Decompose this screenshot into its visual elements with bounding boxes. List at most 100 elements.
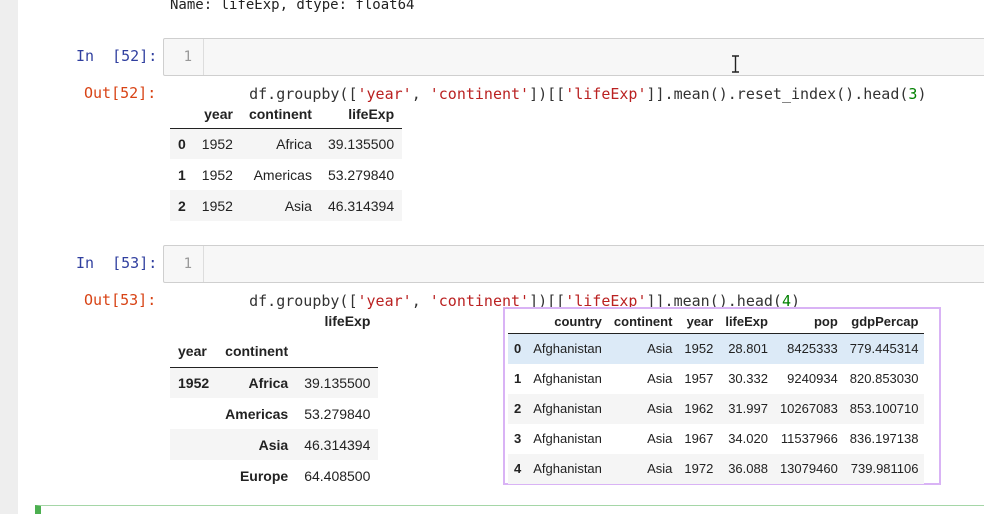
table-cell: 34.020 [728,431,768,446]
table-cell: 1952 [201,197,233,214]
table-cell: Africa [276,135,312,152]
table-row: 2 Afghanistan Asia 1962 31.997 10267083 … [508,393,925,424]
table-cell: 1972 [684,461,714,476]
table-cell: 820.853030 [849,371,919,386]
row-index: 4 [514,461,522,476]
row-index-year [170,429,217,460]
table-cell: Asia [647,341,673,357]
table-cell: Asia [647,461,673,476]
table-cell: 1952 [201,135,233,152]
row-index-continent: Europe [239,467,289,484]
series-output-footer: Name: lifeExp, dtype: float64 [170,0,415,13]
table-cell: 10267083 [779,401,838,416]
table-row: 1 Afghanistan Asia 1957 30.332 9240934 8… [508,364,924,394]
index-header [170,101,194,128]
table-cell: Americas [253,166,312,183]
column-header: lifeExp [348,106,395,123]
cell-52-input[interactable]: 1 df.groupby(['year', 'continent'])[['li… [163,38,984,103]
table-row: 1 1952 Americas 53.279840 [170,159,402,190]
table-cell: 53.279840 [304,405,371,422]
table-row: 0 Afghanistan Asia 1952 28.801 8425333 7… [508,333,925,364]
table-cell: 9240934 [787,371,838,386]
table-cell: 1967 [684,431,714,446]
column-header: lifeExp [725,313,768,329]
index-name-year: year [178,343,207,360]
table-cell: 1957 [684,371,714,386]
table-row: 3 Afghanistan Asia 1967 34.020 11537966 … [508,424,924,454]
cell-52-line-number: 1 [164,39,204,75]
table-cell: 30.332 [728,371,768,386]
row-index: 2 [178,197,186,214]
table-cell: 53.279840 [327,166,395,183]
row-index: 0 [178,135,186,152]
row-index: 1 [514,371,522,386]
row-index: 2 [514,401,522,416]
selected-cell-indicator[interactable] [35,505,984,514]
table-cell: 46.314394 [327,197,395,214]
table-cell: 779.445314 [849,341,919,357]
table-cell: Asia [647,431,673,446]
column-header: pop [813,313,838,329]
table-cell: Asia [284,197,312,214]
cell-52-out-prompt: Out[52]: [84,84,157,102]
row-index-continent: Asia [258,436,289,453]
column-header: lifeExp [324,312,371,329]
cell-53-input[interactable]: 1 df.groupby(['year', 'continent'])[['li… [163,245,984,310]
table-cell: 36.088 [728,461,768,476]
table-row: 4 Afghanistan Asia 1972 36.088 13079460 … [508,453,925,484]
table-cell: 1952 [684,341,714,357]
table-cell: 64.408500 [304,467,371,484]
row-index: 3 [514,431,522,446]
table-cell: 31.997 [728,401,768,416]
row-index-year [170,398,217,429]
column-header: gdpPercap [851,313,919,329]
table-header-row: country continent year lifeExp pop gdpPe… [508,309,925,334]
table-header-row: year continent lifeExp [170,101,403,128]
table-cell: 836.197138 [849,431,919,446]
index-name-continent: continent [225,343,289,360]
row-index-year: 1952 [178,374,210,391]
cell-53-line-number: 1 [164,246,204,282]
table-cell: 46.314394 [304,436,371,453]
row-index-continent: Africa [248,374,289,391]
table-cell: 39.135500 [327,135,395,152]
table-cell: 28.801 [728,341,768,357]
table-row: Asia 46.314394 [170,429,379,460]
table-cell: Afghanistan [533,341,602,357]
table-row: Americas 53.279840 [170,398,379,429]
table-cell: 11537966 [780,431,838,446]
table-cell: 39.135500 [304,374,371,391]
table-cell: 13079460 [779,461,838,476]
table-cell: Afghanistan [533,401,602,416]
table-cell: 739.981106 [850,461,919,476]
row-index: 1 [178,166,186,183]
row-index-year [170,460,217,491]
column-header: year [686,313,714,329]
table-cell: Afghanistan [533,431,602,446]
table-cell: 1962 [684,401,714,416]
row-index-continent: Americas [225,405,289,422]
table-cell: 853.100710 [849,401,919,416]
table-cell: 8425333 [787,341,838,357]
index-header [508,309,527,334]
table-row: 1952 Africa 39.135500 [170,367,379,398]
cell-53-out-prompt: Out[53]: [84,291,157,309]
table-row: 0 1952 Africa 39.135500 [170,128,403,159]
row-index: 0 [514,341,522,357]
table-cell: Asia [647,401,673,416]
cell-52-dataframe: year continent lifeExp 0 1952 Africa 39.… [170,101,403,221]
index-names-row: year continent [170,336,379,367]
column-header: year [204,106,233,123]
cell-53-in-prompt: In [53]: [76,254,158,272]
column-header: continent [613,313,673,329]
column-header: continent [248,106,312,123]
table-row: Europe 64.408500 [170,460,379,491]
table-header-row: lifeExp [170,305,378,336]
left-gutter [0,0,18,514]
table-cell: Asia [647,371,673,386]
table-cell: 1952 [201,166,233,183]
table-cell: Afghanistan [533,461,602,476]
i-beam-cursor-icon [732,55,739,73]
table-row: 2 1952 Asia 46.314394 [170,190,403,221]
table-cell: Afghanistan [533,371,602,386]
